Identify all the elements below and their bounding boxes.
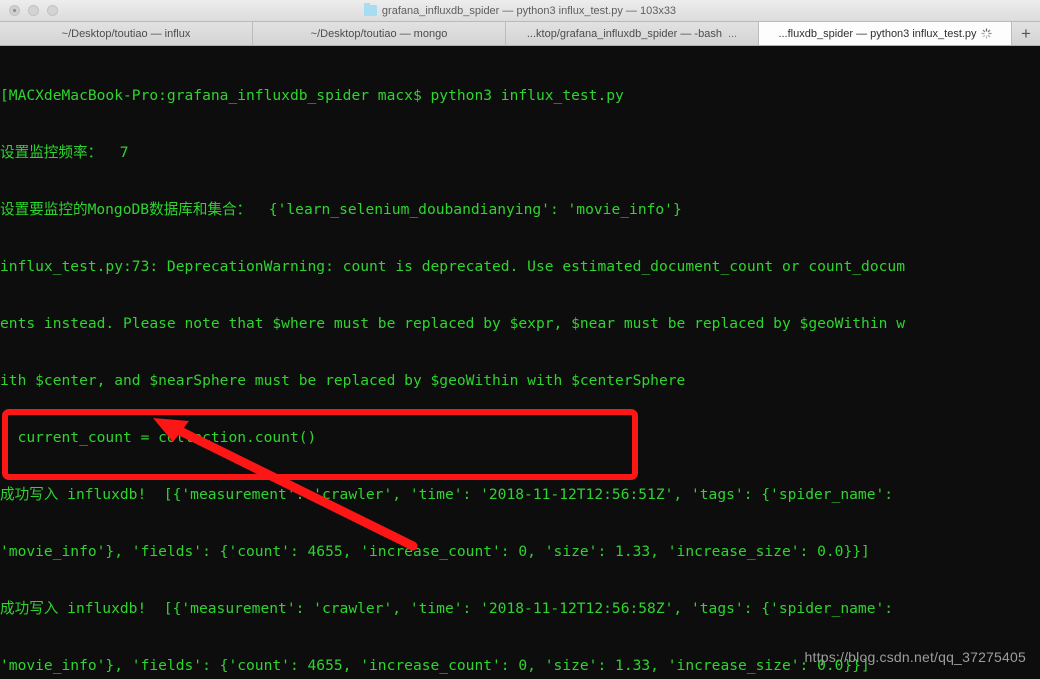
folder-icon [363,3,377,16]
terminal-line: 成功写入 influxdb! [{'measurement': 'crawler… [0,486,894,503]
tab-overflow-ellipsis: ... [727,27,738,40]
terminal-text: [MACXdeMacBook-Pro:grafana_influxdb_spid… [0,48,1040,679]
terminal-line: ents instead. Please note that $where mu… [0,315,905,332]
terminal-output-area[interactable]: [MACXdeMacBook-Pro:grafana_influxdb_spid… [0,46,1040,679]
terminal-line-prompt: [MACXdeMacBook-Pro:grafana_influxdb_spid… [0,87,624,104]
terminal-window: grafana_influxdb_spider — python3 influx… [0,0,1040,679]
terminal-line: 'movie_info'}, 'fields': {'count': 4655,… [0,543,870,560]
zoom-button-icon[interactable] [47,5,58,16]
tab-bar: ~/Desktop/toutiao — influx ~/Desktop/tou… [0,22,1040,46]
tab-label: ~/Desktop/toutiao — mongo [310,27,448,40]
terminal-line: ith $center, and $nearSphere must be rep… [0,372,686,389]
tab-bash[interactable]: ...ktop/grafana_influxdb_spider — -bash … [506,22,759,45]
window-titlebar: grafana_influxdb_spider — python3 influx… [0,0,1040,22]
tab-label: ~/Desktop/toutiao — influx [61,27,191,40]
tab-influx[interactable]: ~/Desktop/toutiao — influx [0,22,253,45]
minimize-button-icon[interactable] [28,5,39,16]
close-button-icon[interactable] [9,5,20,16]
window-title: grafana_influxdb_spider — python3 influx… [381,4,677,17]
terminal-line: 设置要监控的MongoDB数据库和集合： {'learn_selenium_do… [0,201,682,218]
terminal-line: 成功写入 influxdb! [{'measurement': 'crawler… [0,600,894,617]
tab-label: ...ktop/grafana_influxdb_spider — -bash [526,27,722,40]
traffic-lights [0,5,58,16]
watermark-text: https://blog.csdn.net/qq_37275405 [804,649,1026,665]
tab-label: ...fluxdb_spider — python3 influx_test.p… [778,27,977,40]
terminal-line: current_count = collection.count() [0,429,317,446]
terminal-line: influx_test.py:73: DeprecationWarning: c… [0,258,905,275]
window-title-group: grafana_influxdb_spider — python3 influx… [0,3,1040,17]
spinner-icon [980,28,992,39]
new-tab-button[interactable]: + [1012,22,1040,45]
tab-mongo[interactable]: ~/Desktop/toutiao — mongo [253,22,506,45]
tab-influx-test-py[interactable]: ...fluxdb_spider — python3 influx_test.p… [759,22,1012,45]
terminal-line: 设置监控频率： 7 [0,144,129,161]
